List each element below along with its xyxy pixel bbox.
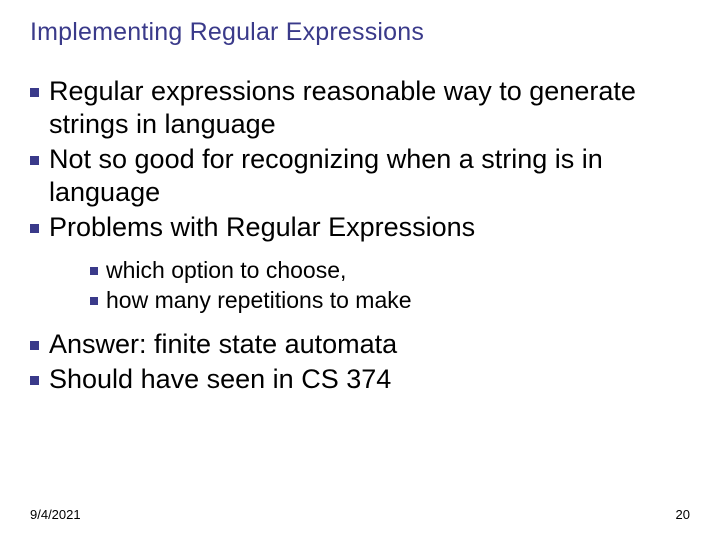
bullet-text: which option to choose,	[106, 256, 702, 284]
bullet-icon	[30, 376, 39, 385]
bullet-icon	[90, 267, 98, 275]
list-item: Problems with Regular Expressions	[30, 211, 702, 244]
slide-footer: 9/4/2021 20	[30, 507, 690, 522]
list-item-sub: how many repetitions to make	[30, 286, 702, 314]
bullet-text: Should have seen in CS 374	[49, 363, 702, 396]
slide-title: Implementing Regular Expressions	[30, 18, 702, 47]
bullet-icon	[30, 156, 39, 165]
list-item: Regular expressions reasonable way to ge…	[30, 75, 702, 141]
bullet-icon	[30, 88, 39, 97]
bullet-icon	[30, 341, 39, 350]
slide: Implementing Regular Expressions Regular…	[0, 0, 720, 540]
bullet-icon	[90, 297, 98, 305]
list-item: Not so good for recognizing when a strin…	[30, 143, 702, 209]
bullet-text: Regular expressions reasonable way to ge…	[49, 75, 702, 141]
bullet-text: Problems with Regular Expressions	[49, 211, 702, 244]
list-item-sub: which option to choose,	[30, 256, 702, 284]
bullet-text: how many repetitions to make	[106, 286, 702, 314]
footer-date: 9/4/2021	[30, 507, 81, 522]
bullet-text: Not so good for recognizing when a strin…	[49, 143, 702, 209]
footer-page-number: 20	[676, 507, 690, 522]
bullet-icon	[30, 224, 39, 233]
list-item: Answer: finite state automata	[30, 328, 702, 361]
slide-content: Regular expressions reasonable way to ge…	[30, 75, 702, 396]
list-item: Should have seen in CS 374	[30, 363, 702, 396]
bullet-text: Answer: finite state automata	[49, 328, 702, 361]
